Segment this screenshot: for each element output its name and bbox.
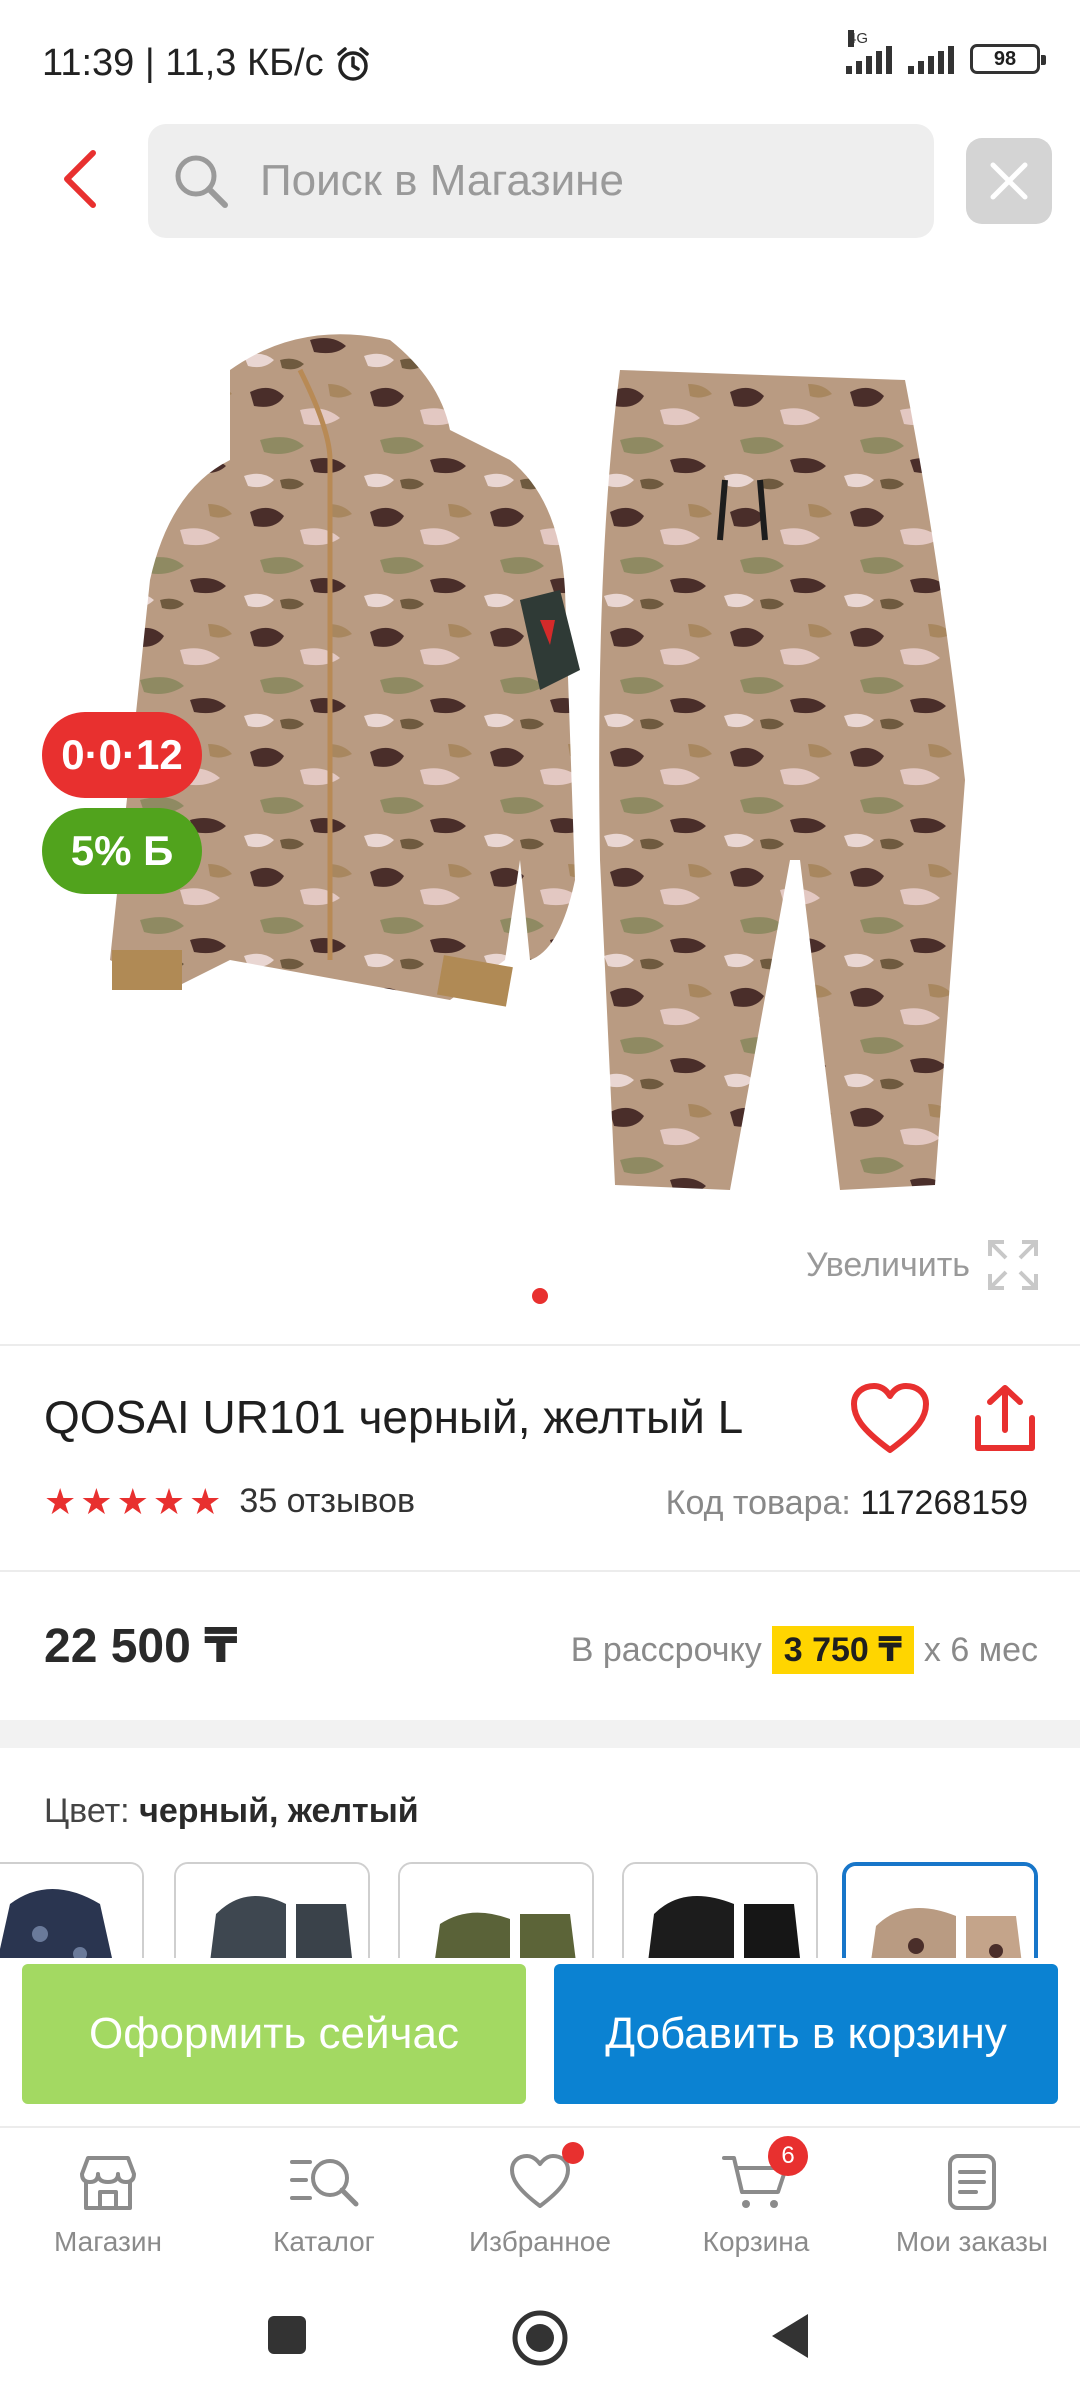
home-button[interactable]: [510, 2308, 570, 2368]
zoom-label: Увеличить: [806, 1245, 970, 1284]
color-swatch[interactable]: [174, 1862, 370, 1958]
zoom-button[interactable]: Увеличить: [806, 1238, 1040, 1292]
rating-row[interactable]: ★ ★ ★ ★ ★ 35 отзывов: [44, 1482, 415, 1521]
swatch-image: [0, 1864, 142, 1958]
bottom-nav: Магазин Каталог Избранное 6 Корзина Мои …: [0, 2126, 1080, 2276]
color-label: Цвет:: [44, 1792, 130, 1830]
swatch-image: [624, 1864, 816, 1958]
reviews-link[interactable]: 35 отзывов: [239, 1482, 415, 1521]
favorites-indicator: [562, 2142, 584, 2164]
swatch-image: [176, 1864, 368, 1958]
status-time-text: 11:39 | 11,3 КБ/с: [42, 42, 324, 84]
back-button[interactable]: [44, 144, 114, 214]
back-nav-button[interactable]: [768, 2310, 812, 2362]
nav-item-catalog[interactable]: Каталог: [216, 2128, 432, 2276]
share-button[interactable]: [972, 1382, 1038, 1456]
product-gallery[interactable]: 0·0·12 5% Б Увеличить: [0, 260, 1080, 1320]
color-swatch[interactable]: [0, 1862, 144, 1958]
installment-term: х 6 мес: [923, 1630, 1038, 1669]
search-input[interactable]: Поиск в Магазине: [148, 124, 934, 238]
product-price: 22 500 ₸: [44, 1620, 238, 1673]
system-navigation-bar: [0, 2280, 1080, 2400]
star-icon: ★: [152, 1480, 186, 1522]
network-type: 4G: [848, 30, 869, 47]
recent-apps-button[interactable]: [266, 2314, 308, 2356]
swatch-image: [846, 1866, 1034, 1958]
close-search-button[interactable]: [966, 138, 1052, 224]
star-icon: ★: [80, 1480, 113, 1522]
installment-amount: 3 750 ₸: [771, 1626, 914, 1674]
top-bar: Поиск в Магазине: [0, 120, 1080, 240]
search-placeholder: Поиск в Магазине: [260, 156, 624, 205]
battery-level: 98: [993, 47, 1017, 70]
chevron-left-icon: [64, 150, 96, 208]
close-icon: [990, 162, 1028, 200]
expand-icon: [988, 1240, 1038, 1290]
catalog-search-icon: [290, 2159, 359, 2207]
section-separator: [0, 1720, 1080, 1748]
store-icon: [80, 2156, 136, 2210]
color-selector-label: Цвет: черный, желтый: [44, 1792, 419, 1831]
add-to-cart-button[interactable]: Добавить в корзину: [554, 1964, 1058, 2104]
nav-item-orders[interactable]: Мои заказы: [864, 2128, 1080, 2276]
nav-item-favorites[interactable]: Избранное: [432, 2128, 648, 2276]
swatch-image: [400, 1864, 592, 1958]
star-icon: ★: [44, 1480, 77, 1522]
share-icon: [975, 1385, 1035, 1451]
search-icon: [175, 155, 228, 208]
divider: [0, 1570, 1080, 1572]
nav-item-cart[interactable]: 6 Корзина: [648, 2128, 864, 2276]
promo-badge: 0·0·12: [42, 712, 202, 798]
star-icon: ★: [189, 1480, 222, 1522]
nav-label-catalog: Каталог: [273, 2226, 375, 2257]
signal-icon: [908, 44, 954, 74]
battery-icon: 98: [970, 44, 1046, 74]
color-value: черный, желтый: [139, 1792, 419, 1830]
bonus-badge: 5% Б: [42, 808, 202, 894]
favorite-button[interactable]: [850, 1382, 930, 1456]
status-time: 11:39 | 11,3 КБ/с: [42, 42, 372, 85]
checkout-now-button[interactable]: Оформить сейчас: [22, 1964, 526, 2104]
gallery-dot-active[interactable]: [532, 1288, 548, 1304]
nav-label-store: Магазин: [53, 2226, 162, 2257]
nav-label-cart: Корзина: [702, 2226, 810, 2257]
signal-4g-icon: 4G: [846, 30, 892, 74]
nav-label-orders: Мои заказы: [895, 2226, 1049, 2257]
heart-icon: [510, 2154, 570, 2208]
status-bar: 11:39 | 11,3 КБ/с 4G 98: [0, 0, 1080, 120]
product-code: Код товара: 117268159: [666, 1484, 1028, 1523]
nav-label-favorites: Избранное: [469, 2226, 611, 2257]
installment-prefix: В рассрочку: [570, 1630, 762, 1669]
alarm-icon: [336, 46, 369, 81]
star-icon: ★: [116, 1480, 149, 1522]
product-code-value: 117268159: [860, 1484, 1028, 1522]
color-swatch[interactable]: [398, 1862, 594, 1958]
heart-outline-icon: [851, 1383, 929, 1453]
product-title: QOSAI UR101 черный, желтый L: [44, 1391, 744, 1443]
product-code-label: Код товара:: [665, 1484, 851, 1522]
status-indicators: 4G 98: [846, 30, 1046, 74]
nav-item-store[interactable]: Магазин: [0, 2128, 216, 2276]
color-swatches: [0, 1858, 1080, 1958]
cart-count-badge: 6: [768, 2136, 808, 2176]
color-swatch[interactable]: [622, 1862, 818, 1958]
installment-info[interactable]: В рассрочку 3 750 ₸ х 6 мес: [571, 1626, 1038, 1674]
color-swatch-selected[interactable]: [842, 1862, 1038, 1958]
orders-icon: [948, 2154, 996, 2210]
divider: [0, 1344, 1080, 1346]
